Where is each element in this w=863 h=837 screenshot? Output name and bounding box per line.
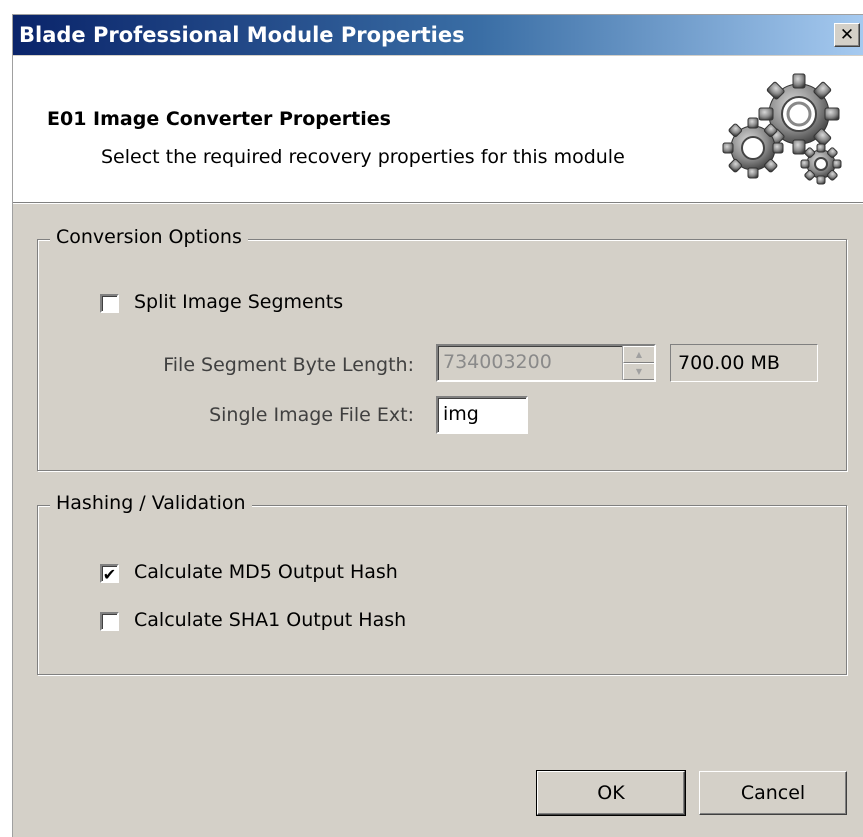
spin-down-button[interactable]: ▼ [623, 363, 654, 380]
hashing-validation-group: Hashing / Validation ✔ Calculate MD5 Out… [37, 492, 847, 675]
segment-size-value: 700.00 MB [678, 352, 780, 374]
segment-length-value: 734003200 [443, 351, 552, 373]
file-ext-label: Single Image File Ext: [209, 404, 414, 426]
header-divider-highlight [13, 203, 863, 204]
header-panel: E01 Image Converter Properties Select th… [13, 56, 863, 202]
hashing-validation-label: Hashing / Validation [50, 492, 252, 514]
window-title: Blade Professional Module Properties [19, 23, 465, 47]
segment-length-label: File Segment Byte Length: [163, 354, 414, 376]
checkmark-icon: ✔ [102, 565, 117, 584]
conversion-options-label: Conversion Options [50, 226, 248, 248]
split-image-segments-checkbox[interactable] [100, 294, 119, 313]
close-icon: ✕ [839, 25, 855, 45]
segment-length-spinner[interactable]: ▲ ▼ [622, 346, 654, 380]
conversion-options-group: Conversion Options Split Image Segments … [37, 226, 847, 471]
ok-button[interactable]: OK [536, 770, 686, 816]
file-ext-input[interactable]: img [436, 396, 528, 434]
properties-dialog: Blade Professional Module Properties ✕ E… [12, 14, 863, 837]
cancel-button[interactable]: Cancel [699, 771, 847, 815]
segment-length-input[interactable]: 734003200 ▲ ▼ [436, 344, 656, 382]
title-bar[interactable]: Blade Professional Module Properties ✕ [13, 15, 863, 55]
sha1-hash-checkbox[interactable] [100, 612, 119, 631]
sha1-hash-label: Calculate SHA1 Output Hash [134, 609, 407, 631]
file-ext-value: img [443, 403, 479, 425]
md5-hash-checkbox[interactable]: ✔ [100, 564, 119, 583]
spin-down-icon: ▼ [635, 367, 643, 376]
spin-up-icon: ▲ [635, 350, 643, 359]
spin-up-button[interactable]: ▲ [623, 346, 654, 363]
segment-size-display: 700.00 MB [670, 344, 818, 382]
gears-icon [722, 73, 842, 185]
header-title: E01 Image Converter Properties [47, 108, 391, 130]
header-subtitle: Select the required recovery properties … [101, 146, 625, 168]
md5-hash-label: Calculate MD5 Output Hash [134, 561, 398, 583]
split-image-segments-label: Split Image Segments [134, 291, 344, 313]
close-button[interactable]: ✕ [834, 23, 860, 47]
